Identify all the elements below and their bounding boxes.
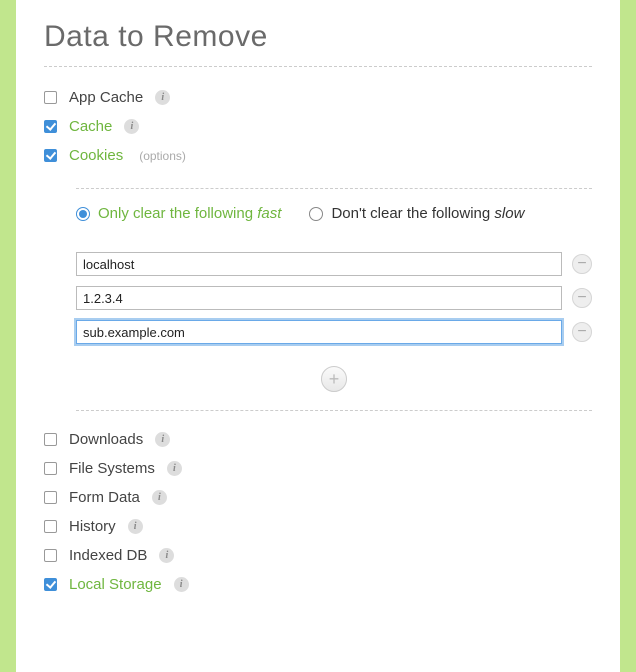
checkbox-cache[interactable] [44, 120, 57, 133]
label-form-data: Form Data [69, 489, 140, 506]
divider [44, 66, 592, 67]
option-file-systems: File Systems i [44, 454, 592, 483]
option-cookies: Cookies (options) [44, 141, 592, 170]
option-form-data: Form Data i [44, 483, 592, 512]
info-icon[interactable]: i [167, 461, 182, 476]
divider [76, 410, 592, 411]
radio-label-dont: Don't clear the following slow [331, 205, 524, 222]
info-icon[interactable]: i [159, 548, 174, 563]
checkbox-indexed-db[interactable] [44, 549, 57, 562]
checkbox-downloads[interactable] [44, 433, 57, 446]
options-hint[interactable]: (options) [139, 149, 186, 163]
info-icon[interactable]: i [174, 577, 189, 592]
info-icon[interactable]: i [124, 119, 139, 134]
domain-input[interactable] [76, 252, 562, 276]
label-cache: Cache [69, 118, 112, 135]
label-downloads: Downloads [69, 431, 143, 448]
remove-icon[interactable]: − [572, 288, 592, 308]
checkbox-app-cache[interactable] [44, 91, 57, 104]
label-cookies: Cookies [69, 147, 123, 164]
radio-label-only: Only clear the following fast [98, 205, 281, 222]
add-domain-wrap: + [76, 366, 592, 392]
add-icon[interactable]: + [321, 366, 347, 392]
label-local-storage: Local Storage [69, 576, 162, 593]
domain-row: − [76, 286, 592, 310]
checkbox-file-systems[interactable] [44, 462, 57, 475]
divider [76, 188, 592, 189]
checkbox-form-data[interactable] [44, 491, 57, 504]
page-title: Data to Remove [44, 20, 592, 54]
clear-mode-group: Only clear the following fast Don't clea… [76, 203, 592, 230]
label-file-systems: File Systems [69, 460, 155, 477]
domain-row: − [76, 252, 592, 276]
remove-icon[interactable]: − [572, 322, 592, 342]
remove-icon[interactable]: − [572, 254, 592, 274]
option-indexed-db: Indexed DB i [44, 541, 592, 570]
settings-panel: Data to Remove App Cache i Cache i Cooki… [16, 0, 620, 672]
option-cache: Cache i [44, 112, 592, 141]
radio-dont-clear[interactable] [309, 207, 323, 221]
info-icon[interactable]: i [155, 432, 170, 447]
domain-row: − [76, 320, 592, 344]
info-icon[interactable]: i [128, 519, 143, 534]
option-local-storage: Local Storage i [44, 570, 592, 599]
checkbox-cookies[interactable] [44, 149, 57, 162]
info-icon[interactable]: i [155, 90, 170, 105]
checkbox-local-storage[interactable] [44, 578, 57, 591]
domain-input[interactable] [76, 286, 562, 310]
option-downloads: Downloads i [44, 425, 592, 454]
checkbox-history[interactable] [44, 520, 57, 533]
info-icon[interactable]: i [152, 490, 167, 505]
domain-list: − − − [76, 252, 592, 344]
radio-only-clear[interactable] [76, 207, 90, 221]
option-app-cache: App Cache i [44, 83, 592, 112]
cookies-suboptions: Only clear the following fast Don't clea… [76, 188, 592, 411]
label-app-cache: App Cache [69, 89, 143, 106]
label-history: History [69, 518, 116, 535]
label-indexed-db: Indexed DB [69, 547, 147, 564]
domain-input[interactable] [76, 320, 562, 344]
option-history: History i [44, 512, 592, 541]
